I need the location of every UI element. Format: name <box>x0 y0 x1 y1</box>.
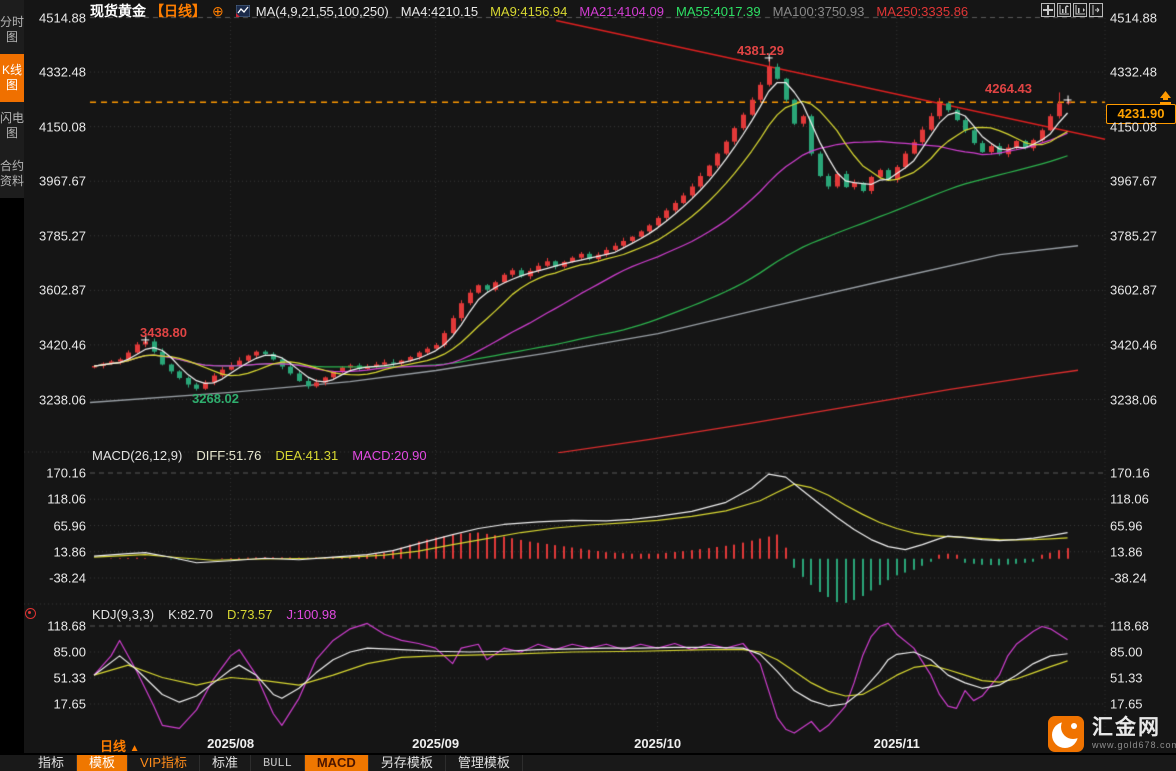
brand-logo-icon <box>1048 716 1084 752</box>
macd-axis-tick-r: 170.16 <box>1110 465 1150 481</box>
price-axis-tick-l: 3967.67 <box>39 173 86 189</box>
symbol-name: 现货黄金 <box>90 3 146 19</box>
tab-另存模板[interactable]: 另存模板 <box>369 755 446 771</box>
ma-values: MA4:4210.15 MA9:4156.94 MA21:4104.09 MA55:4… <box>401 4 968 19</box>
tab-标准[interactable]: 标准 <box>200 755 252 771</box>
annotation-swing-high: 3438.80 <box>140 325 187 340</box>
price-axis-tick-l: 4514.88 <box>39 10 86 25</box>
price-axis-tick-l: 3238.06 <box>39 392 86 407</box>
price-axis-tick-r: 4514.88 <box>1110 10 1157 25</box>
jump-to-latest-button[interactable] <box>1157 91 1174 109</box>
move-cross-icon[interactable] <box>1041 3 1055 17</box>
macd-axis-tick-r: 13.86 <box>1110 544 1143 560</box>
pan-right-icon[interactable] <box>1089 3 1103 17</box>
ma-value-1: MA9:4156.94 <box>490 3 568 19</box>
macd-name: MACD(26,12,9) <box>92 447 183 463</box>
kdj-header: KDJ(9,3,3) K:82.70 D:73.57 J:100.98 <box>92 606 336 622</box>
kdj-axis-tick-l: 17.65 <box>53 696 86 712</box>
macd-axis-tick-r: 118.06 <box>1110 491 1149 507</box>
price-axis-tick-r: 3967.67 <box>1110 173 1157 189</box>
zoom-in-chart-icon[interactable] <box>1057 3 1071 17</box>
ma-value-4: MA100:3750.93 <box>772 3 865 19</box>
macd-axis-tick-r: -38.24 <box>1110 570 1147 586</box>
x-axis-month-label: 2025/11 <box>873 736 920 751</box>
annotation-peak-high: 4381.29 <box>737 43 784 58</box>
ma-value-5: MA250:3335.86 <box>876 3 969 19</box>
price-axis-tick-r: 3785.27 <box>1110 228 1157 244</box>
kdj-j-value: J:100.98 <box>286 606 337 622</box>
macd-axis-tick-l: 13.86 <box>53 544 86 560</box>
x-axis-month-label: 2025/09 <box>412 736 460 751</box>
chart-app: 分时图 K线图 闪电图 合约资料 现货黄金 【日线】 ⊕ MA(4,9,21,55,1… <box>0 0 1176 771</box>
ma-settings-label: MA(4,9,21,55,100,250) <box>255 3 389 19</box>
kdj-axis-tick-r: 118.68 <box>1110 618 1149 634</box>
sidebar: 分时图 K线图 闪电图 合约资料 <box>0 0 24 771</box>
ma-value-2: MA21:4104.09 <box>579 3 664 19</box>
brand-url: www.gold678.com <box>1092 740 1176 750</box>
sidebar-item-1[interactable]: K线图 <box>0 54 24 102</box>
price-axis-tick-l: 3602.87 <box>39 282 86 298</box>
price-axis-tick-l: 3785.27 <box>39 228 86 244</box>
period-tag: 【日线】 <box>150 3 206 19</box>
tab-模板[interactable]: 模板 <box>77 755 129 771</box>
add-indicator-icon[interactable]: ⊕ <box>212 3 224 20</box>
macd-axis-tick-l: 170.16 <box>46 465 86 481</box>
macd-macd-value: MACD:20.90 <box>352 447 427 463</box>
brand-name: 汇金网 <box>1092 716 1161 739</box>
macd-axis-tick-l: -38.24 <box>49 570 86 586</box>
price-axis-tick-l: 4150.08 <box>39 119 86 135</box>
kdj-axis-tick-l: 118.68 <box>47 618 86 634</box>
chart-canvas[interactable] <box>0 0 1176 771</box>
price-axis-tick-r: 3420.46 <box>1110 337 1157 353</box>
annotation-recent-high: 4264.43 <box>985 81 1032 96</box>
ma-value-3: MA55:4017.39 <box>675 3 761 19</box>
price-axis-tick-l: 3420.46 <box>39 337 86 353</box>
kdj-axis-tick-r: 17.65 <box>1110 696 1143 712</box>
macd-header: MACD(26,12,9) DIFF:51.76 DEA:41.31 MACD:… <box>92 447 427 463</box>
macd-diff-value: DIFF:51.76 <box>196 447 262 463</box>
zoom-out-chart-icon[interactable] <box>1073 3 1087 17</box>
brand-logo: 汇金网 www.gold678.com <box>1048 716 1176 752</box>
sidebar-item-0[interactable]: 分时图 <box>0 6 24 54</box>
tab-管理模板[interactable]: 管理模板 <box>446 755 523 771</box>
tab-VIP指标[interactable]: VIP指标 <box>128 755 200 771</box>
sidebar-item-3[interactable]: 合约资料 <box>0 150 24 198</box>
price-axis-tick-r: 3602.87 <box>1110 282 1157 298</box>
price-axis-tick-l: 4332.48 <box>39 64 86 80</box>
annotation-swing-low: 3268.02 <box>192 391 239 406</box>
x-axis-month-label: 2025/10 <box>634 736 682 751</box>
bottom-tab-bar: 指标 模板 VIP指标 标准 BULL MACD 另存模板 管理模板 <box>0 753 1176 771</box>
kdj-name: KDJ(9,3,3) <box>92 606 155 622</box>
tab-MACD[interactable]: MACD <box>304 755 369 771</box>
tab-指标[interactable]: 指标 <box>26 755 78 771</box>
price-axis-tick-r: 4150.08 <box>1110 119 1157 135</box>
macd-dea-value: DEA:41.31 <box>275 447 339 463</box>
kdj-k-value: K:82.70 <box>168 606 213 622</box>
kdj-settings-icon[interactable] <box>25 608 36 619</box>
kdj-axis-tick-r: 85.00 <box>1110 644 1143 660</box>
macd-axis-tick-l: 118.06 <box>47 491 86 507</box>
chart-style-icon[interactable] <box>235 5 250 17</box>
chart-toolbar <box>1041 3 1103 17</box>
tab-BULL[interactable]: BULL <box>251 755 305 771</box>
chart-header: 现货黄金 【日线】 ⊕ MA(4,9,21,55,100,250) MA4:42… <box>90 2 968 20</box>
kdj-d-value: D:73.57 <box>226 606 273 622</box>
kdj-axis-tick-l: 51.33 <box>53 670 86 686</box>
macd-axis-tick-r: 65.96 <box>1110 518 1143 533</box>
kdj-axis-tick-r: 51.33 <box>1110 670 1143 686</box>
x-axis-month-label: 2025/08 <box>207 736 255 751</box>
kdj-axis-tick-l: 85.00 <box>53 644 86 660</box>
price-axis-tick-r: 3238.06 <box>1110 392 1157 407</box>
ma-value-0: MA4:4210.15 <box>400 3 479 19</box>
macd-axis-tick-l: 65.96 <box>53 518 86 533</box>
price-axis-tick-r: 4332.48 <box>1110 64 1157 80</box>
sidebar-item-2[interactable]: 闪电图 <box>0 102 24 150</box>
